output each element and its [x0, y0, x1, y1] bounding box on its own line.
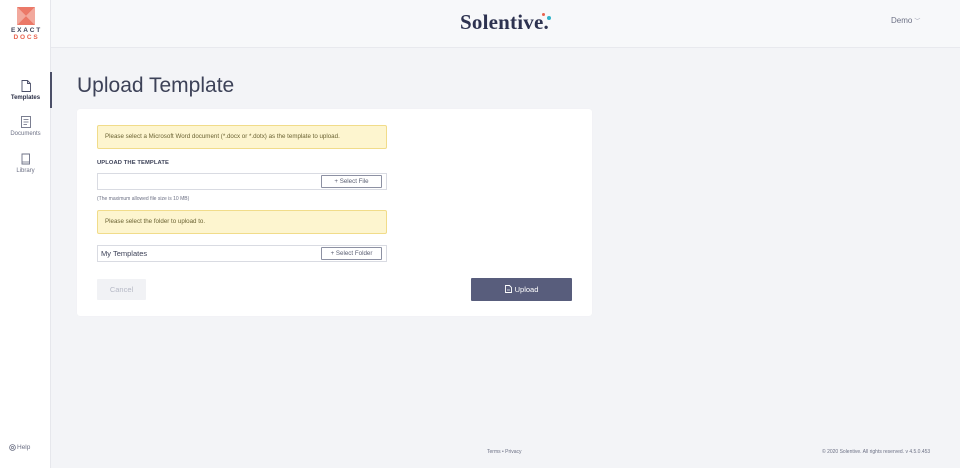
select-folder-button[interactable]: + Select Folder — [321, 247, 382, 260]
footer-copyright: © 2020 Solentive. All rights reserved. v… — [822, 449, 931, 455]
sidebar-item-label: Templates — [10, 95, 41, 101]
file-field[interactable]: + Select File — [97, 173, 387, 190]
footer-links[interactable]: Terms • Privacy — [487, 449, 522, 455]
logo-text-docs: DOCS — [13, 34, 40, 41]
upload-button[interactable]: Upload — [471, 278, 572, 301]
cancel-button[interactable]: Cancel — [97, 279, 146, 300]
sidebar-item-library[interactable]: Library — [0, 153, 51, 174]
sidebar-item-label: Library — [16, 168, 35, 174]
sidebar-item-label: Documents — [10, 131, 41, 137]
user-menu[interactable]: Demo ﹀ — [891, 16, 920, 25]
upload-button-label: Upload — [514, 285, 539, 294]
sidebar-item-documents[interactable]: Documents — [0, 116, 51, 137]
upload-card: Please select a Microsoft Word document … — [77, 109, 592, 316]
upload-section-label: UPLOAD THE TEMPLATE — [97, 160, 169, 166]
folder-info-alert: Please select the folder to upload to. — [97, 210, 387, 234]
top-bar: Solentive. Demo ﹀ — [51, 0, 960, 48]
folder-field-value: My Templates — [101, 249, 148, 258]
page-title: Upload Template — [77, 74, 235, 97]
file-size-hint: (The maximum allowed file size is 10 MB) — [97, 196, 190, 202]
user-name: Demo — [891, 16, 913, 25]
file-icon — [21, 80, 31, 92]
select-file-button[interactable]: + Select File — [321, 175, 382, 188]
logo-text-exact: EXACT — [10, 27, 43, 34]
exactdocs-logo[interactable]: EXACT DOCS — [0, 6, 51, 41]
logo-icon — [16, 7, 35, 25]
book-icon — [21, 153, 30, 165]
brand-dot-icon — [547, 16, 551, 20]
sidebar: EXACT DOCS Templates Documents Library H… — [0, 0, 52, 468]
folder-field[interactable]: My Templates + Select Folder — [97, 245, 387, 262]
file-info-alert: Please select a Microsoft Word document … — [97, 125, 387, 149]
brand-dot-icon — [542, 13, 545, 16]
help-icon — [9, 444, 16, 451]
chevron-down-icon: ﹀ — [914, 19, 921, 25]
file-upload-icon — [504, 285, 512, 293]
help-label: Help — [17, 444, 31, 451]
sidebar-item-templates[interactable]: Templates — [0, 72, 52, 108]
brand-logo: Solentive. — [460, 10, 549, 34]
help-link[interactable]: Help — [9, 444, 30, 451]
document-icon — [20, 116, 31, 128]
